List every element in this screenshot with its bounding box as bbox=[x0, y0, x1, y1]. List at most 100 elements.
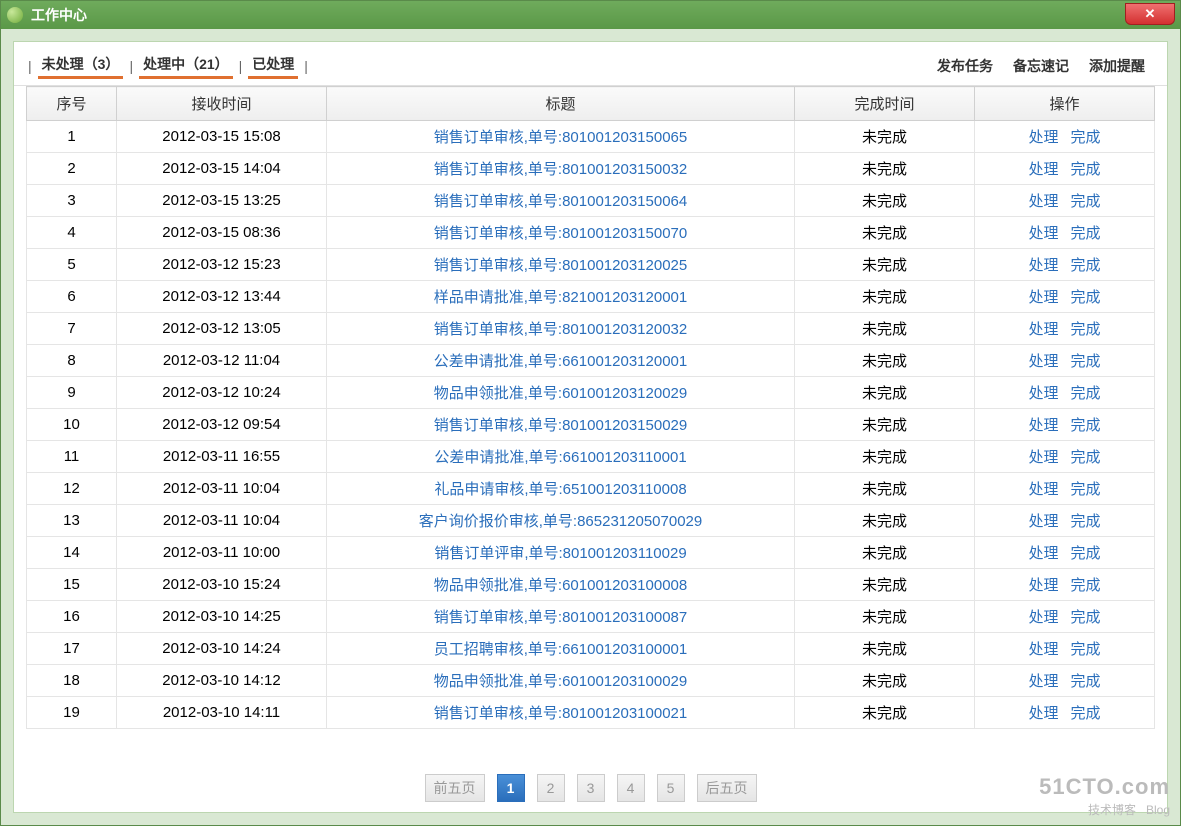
table-row: 132012-03-11 10:04客户询价报价审核,单号:8652312050… bbox=[27, 505, 1155, 537]
add-reminder-link[interactable]: 添加提醒 bbox=[1089, 56, 1145, 76]
cell-donetime: 未完成 bbox=[795, 409, 975, 441]
op-process-link[interactable]: 处理 bbox=[1028, 641, 1058, 658]
cell-title[interactable]: 物品申领批准,单号:601001203100029 bbox=[327, 665, 795, 697]
cell-title[interactable]: 员工招聘审核,单号:661001203100001 bbox=[327, 633, 795, 665]
cell-donetime: 未完成 bbox=[795, 473, 975, 505]
cell-title[interactable]: 物品申领批准,单号:601001203120029 bbox=[327, 377, 795, 409]
op-process-link[interactable]: 处理 bbox=[1028, 129, 1058, 146]
op-process-link[interactable]: 处理 bbox=[1028, 321, 1058, 338]
table-row: 182012-03-10 14:12物品申领批准,单号:601001203100… bbox=[27, 665, 1155, 697]
table-row: 112012-03-11 16:55公差申请批准,单号:661001203110… bbox=[27, 441, 1155, 473]
op-finish-link[interactable]: 完成 bbox=[1071, 225, 1101, 242]
op-process-link[interactable]: 处理 bbox=[1028, 513, 1058, 530]
memo-link[interactable]: 备忘速记 bbox=[1013, 56, 1069, 76]
cell-title[interactable]: 销售订单审核,单号:801001203150032 bbox=[327, 153, 795, 185]
cell-seq: 16 bbox=[27, 601, 117, 633]
cell-title[interactable]: 公差申请批准,单号:661001203120001 bbox=[327, 345, 795, 377]
cell-title[interactable]: 销售订单审核,单号:801001203120032 bbox=[327, 313, 795, 345]
cell-title[interactable]: 客户询价报价审核,单号:865231205070029 bbox=[327, 505, 795, 537]
cell-ops: 处理完成 bbox=[975, 441, 1155, 473]
cell-seq: 11 bbox=[27, 441, 117, 473]
close-icon: ✕ bbox=[1145, 6, 1156, 22]
close-button[interactable]: ✕ bbox=[1125, 3, 1175, 25]
divider: | bbox=[28, 58, 32, 74]
cell-title[interactable]: 销售订单审核,单号:801001203100021 bbox=[327, 697, 795, 729]
cell-title[interactable]: 物品申领批准,单号:601001203100008 bbox=[327, 569, 795, 601]
pager-prev5[interactable]: 前五页 bbox=[425, 774, 485, 802]
window-title: 工作中心 bbox=[31, 5, 87, 25]
op-process-link[interactable]: 处理 bbox=[1028, 673, 1058, 690]
op-finish-link[interactable]: 完成 bbox=[1071, 385, 1101, 402]
op-finish-link[interactable]: 完成 bbox=[1071, 161, 1101, 178]
op-finish-link[interactable]: 完成 bbox=[1071, 545, 1101, 562]
tab-processing[interactable]: 处理中（21） bbox=[139, 52, 233, 79]
op-process-link[interactable]: 处理 bbox=[1028, 545, 1058, 562]
cell-donetime: 未完成 bbox=[795, 441, 975, 473]
op-process-link[interactable]: 处理 bbox=[1028, 481, 1058, 498]
op-process-link[interactable]: 处理 bbox=[1028, 225, 1058, 242]
op-finish-link[interactable]: 完成 bbox=[1071, 641, 1101, 658]
op-finish-link[interactable]: 完成 bbox=[1071, 513, 1101, 530]
cell-title[interactable]: 销售订单审核,单号:801001203120025 bbox=[327, 249, 795, 281]
cell-donetime: 未完成 bbox=[795, 217, 975, 249]
publish-task-link[interactable]: 发布任务 bbox=[937, 56, 993, 76]
cell-recvtime: 2012-03-11 10:00 bbox=[117, 537, 327, 569]
op-finish-link[interactable]: 完成 bbox=[1071, 705, 1101, 722]
table-container: 序号 接收时间 标题 完成时间 操作 12012-03-15 15:08销售订单… bbox=[14, 86, 1167, 764]
op-finish-link[interactable]: 完成 bbox=[1071, 129, 1101, 146]
cell-title[interactable]: 样品申请批准,单号:821001203120001 bbox=[327, 281, 795, 313]
table-row: 62012-03-12 13:44样品申请批准,单号:8210012031200… bbox=[27, 281, 1155, 313]
app-icon bbox=[7, 7, 23, 23]
op-process-link[interactable]: 处理 bbox=[1028, 609, 1058, 626]
op-process-link[interactable]: 处理 bbox=[1028, 385, 1058, 402]
pager-page-1[interactable]: 1 bbox=[497, 774, 525, 802]
cell-title[interactable]: 礼品申请审核,单号:651001203110008 bbox=[327, 473, 795, 505]
divider: | bbox=[129, 58, 133, 74]
op-process-link[interactable]: 处理 bbox=[1028, 417, 1058, 434]
op-process-link[interactable]: 处理 bbox=[1028, 289, 1058, 306]
op-process-link[interactable]: 处理 bbox=[1028, 257, 1058, 274]
op-finish-link[interactable]: 完成 bbox=[1071, 193, 1101, 210]
op-finish-link[interactable]: 完成 bbox=[1071, 417, 1101, 434]
op-process-link[interactable]: 处理 bbox=[1028, 705, 1058, 722]
pager-page-4[interactable]: 4 bbox=[617, 774, 645, 802]
cell-title[interactable]: 销售订单审核,单号:801001203100087 bbox=[327, 601, 795, 633]
pager-page-5[interactable]: 5 bbox=[657, 774, 685, 802]
cell-recvtime: 2012-03-11 16:55 bbox=[117, 441, 327, 473]
cell-title[interactable]: 销售订单审核,单号:801001203150070 bbox=[327, 217, 795, 249]
cell-recvtime: 2012-03-12 13:05 bbox=[117, 313, 327, 345]
cell-title[interactable]: 销售订单审核,单号:801001203150065 bbox=[327, 121, 795, 153]
cell-title[interactable]: 销售订单审核,单号:801001203150029 bbox=[327, 409, 795, 441]
cell-recvtime: 2012-03-12 13:44 bbox=[117, 281, 327, 313]
op-process-link[interactable]: 处理 bbox=[1028, 577, 1058, 594]
cell-ops: 处理完成 bbox=[975, 185, 1155, 217]
cell-seq: 2 bbox=[27, 153, 117, 185]
cell-donetime: 未完成 bbox=[795, 185, 975, 217]
op-process-link[interactable]: 处理 bbox=[1028, 449, 1058, 466]
pager-next5[interactable]: 后五页 bbox=[697, 774, 757, 802]
pager-page-3[interactable]: 3 bbox=[577, 774, 605, 802]
cell-title[interactable]: 销售订单审核,单号:801001203150064 bbox=[327, 185, 795, 217]
op-finish-link[interactable]: 完成 bbox=[1071, 289, 1101, 306]
op-finish-link[interactable]: 完成 bbox=[1071, 353, 1101, 370]
pager-page-2[interactable]: 2 bbox=[537, 774, 565, 802]
tab-processed[interactable]: 已处理 bbox=[248, 52, 298, 79]
op-finish-link[interactable]: 完成 bbox=[1071, 321, 1101, 338]
table-row: 162012-03-10 14:25销售订单审核,单号:801001203100… bbox=[27, 601, 1155, 633]
op-finish-link[interactable]: 完成 bbox=[1071, 673, 1101, 690]
cell-title[interactable]: 销售订单评审,单号:801001203110029 bbox=[327, 537, 795, 569]
op-process-link[interactable]: 处理 bbox=[1028, 353, 1058, 370]
op-process-link[interactable]: 处理 bbox=[1028, 193, 1058, 210]
cell-seq: 15 bbox=[27, 569, 117, 601]
op-finish-link[interactable]: 完成 bbox=[1071, 481, 1101, 498]
tab-unprocessed[interactable]: 未处理（3） bbox=[38, 52, 124, 79]
op-finish-link[interactable]: 完成 bbox=[1071, 609, 1101, 626]
op-finish-link[interactable]: 完成 bbox=[1071, 577, 1101, 594]
op-process-link[interactable]: 处理 bbox=[1028, 161, 1058, 178]
cell-ops: 处理完成 bbox=[975, 153, 1155, 185]
op-finish-link[interactable]: 完成 bbox=[1071, 257, 1101, 274]
op-finish-link[interactable]: 完成 bbox=[1071, 449, 1101, 466]
table-row: 22012-03-15 14:04销售订单审核,单号:8010012031500… bbox=[27, 153, 1155, 185]
cell-donetime: 未完成 bbox=[795, 665, 975, 697]
cell-title[interactable]: 公差申请批准,单号:661001203110001 bbox=[327, 441, 795, 473]
